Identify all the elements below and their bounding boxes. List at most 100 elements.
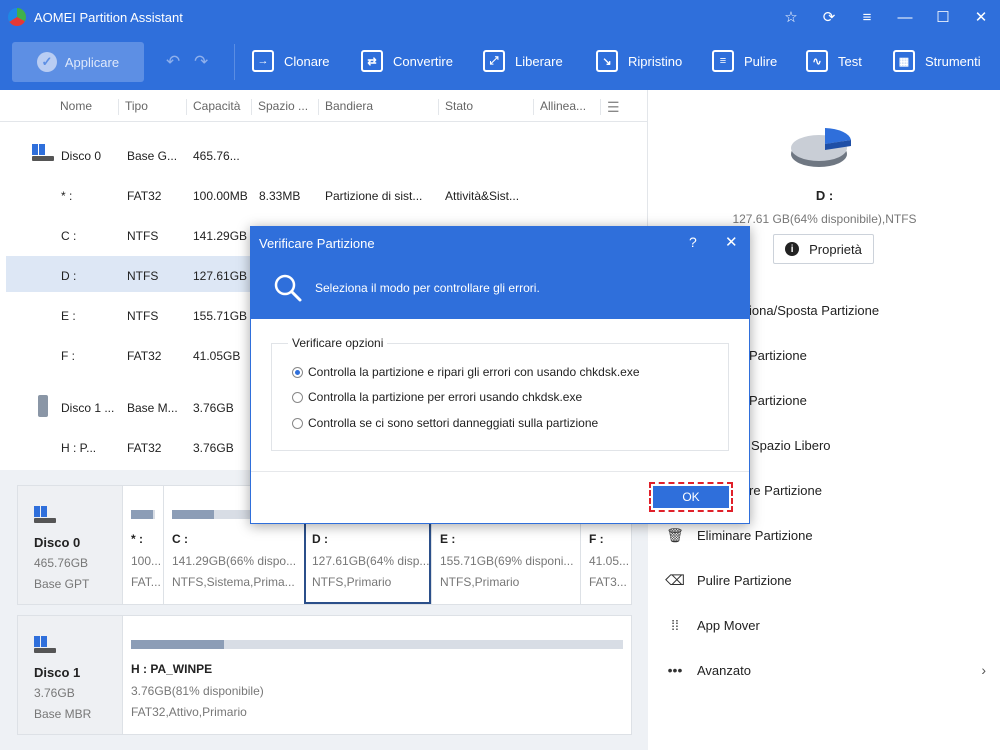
cell-status: Attività&Sist... [445, 189, 520, 203]
option-bad-sectors[interactable]: Controlla se ci sono settori danneggiati… [292, 416, 598, 430]
tools-button[interactable]: ▦ Strumenti [893, 50, 981, 72]
op-wipe[interactable]: ⌫ Pulire Partizione [665, 568, 792, 592]
partition-detail: 155.71GB(69% disponi... [440, 554, 574, 568]
op-label: Spazio Libero [751, 437, 831, 453]
cell-name: H : P... [61, 441, 97, 455]
app-title: AOMEI Partition Assistant [34, 9, 183, 25]
header-name[interactable]: Nome [54, 99, 92, 115]
drive-info: 127.61 GB(64% disponibile),NTFS [732, 212, 917, 226]
usage-bar [131, 510, 155, 519]
drive-label: D : [815, 188, 834, 203]
op-advanced[interactable]: ••• Avanzato [667, 658, 751, 682]
check-partition-dialog: Verificare Partizione ? ✕ Seleziona il m… [250, 226, 750, 524]
disk-name: Disco 1 [34, 665, 81, 680]
ok-highlight: OK [649, 482, 733, 512]
wipe-button[interactable]: ≡ Pulire [712, 50, 777, 72]
help-icon[interactable]: ? [689, 234, 697, 250]
minimize-button[interactable]: — [886, 0, 924, 34]
apply-label: Applicare [64, 54, 120, 70]
op-allocate[interactable]: Spazio Libero [751, 433, 831, 457]
menu-icon[interactable]: ≡ [848, 0, 886, 34]
cell-name: Disco 1 ... [61, 401, 115, 415]
header-status[interactable]: Stato [438, 99, 473, 115]
header-capacity[interactable]: Capacità [186, 99, 240, 115]
clone-icon: → [252, 50, 274, 72]
maximize-button[interactable]: ☐ [924, 0, 962, 34]
ok-button[interactable]: OK [653, 486, 729, 508]
dialog-title: Verificare Partizione [259, 236, 375, 251]
more-icon: ••• [667, 662, 683, 678]
op-merge[interactable]: Partizione [749, 343, 807, 367]
cell-type: FAT32 [127, 189, 162, 203]
app-mover-icon: ⁞⁞ [671, 617, 679, 633]
partition-detail: FAT... [131, 575, 161, 589]
header-type[interactable]: Tipo [118, 99, 148, 115]
undo-icon[interactable]: ↶ [166, 52, 180, 72]
cell-type: FAT32 [127, 441, 162, 455]
cell-capacity: 3.76GB [193, 441, 234, 455]
op-app-mover[interactable]: ⁞⁞ App Mover [667, 613, 760, 637]
header-flag[interactable]: Bandiera [318, 99, 373, 115]
partition-name: F : [589, 532, 604, 546]
free-up-button[interactable]: ⤢ Liberare [483, 50, 563, 72]
properties-button[interactable]: i Proprietà [773, 234, 874, 264]
partition-detail: 41.05... [589, 554, 630, 568]
cell-type: FAT32 [127, 349, 162, 363]
header-alignment[interactable]: Allinea... [533, 99, 586, 115]
partition-detail: FAT32,Attivo,Primario [131, 705, 247, 719]
header-space[interactable]: Spazio ... [251, 99, 308, 115]
cell-capacity: 100.00MB [193, 189, 248, 203]
disk-style: Base GPT [34, 577, 90, 591]
free-up-icon: ⤢ [483, 50, 505, 72]
cell-type: Base G... [127, 149, 178, 163]
search-icon [274, 274, 302, 302]
partition-name: * : [131, 532, 143, 546]
disk1-card[interactable]: Disco 1 3.76GB Base MBR H : PA_WINPE 3.7… [17, 615, 632, 735]
cell-type: NTFS [127, 269, 159, 283]
partition-name: H : PA_WINPE [131, 662, 213, 676]
test-button[interactable]: ∿ Test [806, 50, 862, 72]
star-icon[interactable]: ☆ [772, 0, 810, 34]
recovery-button[interactable]: ↘ Ripristino [596, 50, 682, 72]
table-row-disk0[interactable]: Disco 0 Base G... 465.76... [6, 138, 648, 174]
clone-button[interactable]: → Clonare [252, 50, 330, 72]
tools-label: Strumenti [925, 53, 981, 69]
disk-icon [34, 506, 56, 524]
cell-capacity: 141.29GB [193, 229, 248, 243]
option-label: Controlla la partizione per errori usand… [308, 390, 583, 404]
redo-icon[interactable]: ↷ [194, 52, 208, 72]
radio-icon[interactable] [292, 391, 303, 403]
chevron-right-icon[interactable]: › [981, 662, 986, 678]
dialog-close-icon[interactable]: ✕ [725, 233, 738, 251]
dialog-subtitle: Seleziona il modo per controllare gli er… [315, 281, 540, 295]
close-button[interactable]: ✕ [962, 0, 1000, 34]
op-label: Partizione [749, 392, 807, 408]
refresh-icon[interactable]: ⟳ [810, 0, 848, 34]
radio-icon[interactable] [292, 417, 303, 429]
op-split[interactable]: Partizione [749, 388, 807, 412]
disk-style: Base MBR [34, 707, 92, 721]
op-label: Eliminare Partizione [697, 527, 813, 543]
op-resize-move[interactable]: iona/Sposta Partizione [749, 298, 879, 322]
cell-capacity: 155.71GB [193, 309, 248, 323]
columns-icon[interactable]: ☰ [600, 99, 620, 115]
convert-button[interactable]: ⇄ Convertire [361, 50, 453, 72]
apply-button[interactable]: ✓ Applicare [12, 42, 144, 82]
partition-name: C : [172, 532, 188, 546]
partition-detail: 141.29GB(66% dispo... [172, 554, 297, 568]
cell-name: E : [61, 309, 76, 323]
op-label: App Mover [697, 617, 760, 633]
option-check-and-repair[interactable]: Controlla la partizione e ripari gli err… [292, 365, 640, 379]
option-check-errors[interactable]: Controlla la partizione per errori usand… [292, 390, 582, 404]
partition-block[interactable]: * : 100... FAT... [122, 486, 163, 604]
op-label: Partizione [749, 347, 807, 363]
cell-name: F : [61, 349, 75, 363]
recovery-label: Ripristino [628, 53, 683, 69]
info-icon: i [785, 242, 800, 256]
op-delete[interactable]: 🗑 Eliminare Partizione [666, 523, 813, 547]
op-copy[interactable]: re Partizione [749, 478, 822, 502]
partition-block[interactable]: H : PA_WINPE 3.76GB(81% disponibile) FAT… [122, 616, 631, 734]
table-row[interactable]: * : FAT32 100.00MB 8.33MB Partizione di … [6, 178, 648, 214]
radio-selected-icon[interactable] [292, 366, 303, 378]
disk-name: Disco 0 [34, 535, 81, 550]
